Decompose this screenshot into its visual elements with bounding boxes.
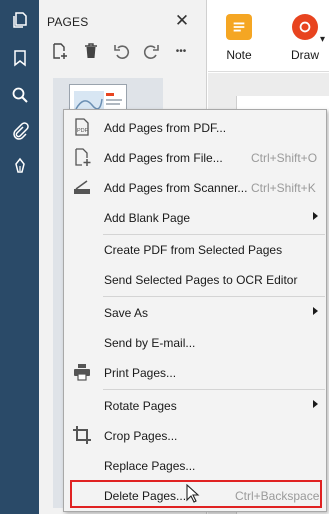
note-label: Note bbox=[226, 48, 252, 62]
menu-item-label: Add Pages from File... bbox=[104, 151, 223, 165]
menu-item-send-to-ocr-editor[interactable]: Send Selected Pages to OCR Editor bbox=[65, 264, 327, 294]
menu-item-label: Crop Pages... bbox=[104, 429, 178, 443]
menu-item-label: Send by E-mail... bbox=[104, 336, 196, 350]
pages-icon[interactable] bbox=[0, 2, 39, 38]
menu-item-label: Rotate Pages bbox=[104, 399, 177, 413]
menu-item-label: Add Pages from Scanner... bbox=[104, 181, 248, 195]
mouse-cursor-icon bbox=[186, 483, 200, 507]
scanner-icon bbox=[71, 177, 93, 197]
ribbon-expand-icon[interactable]: ▾ bbox=[320, 34, 325, 45]
menu-item-label: Send Selected Pages to OCR Editor bbox=[104, 273, 298, 287]
menu-item-rotate-pages[interactable]: Rotate Pages bbox=[65, 390, 327, 420]
bookmark-icon[interactable] bbox=[0, 40, 39, 76]
menu-item-label: Add Pages from PDF... bbox=[104, 121, 227, 135]
menu-item-create-pdf-from-selected[interactable]: Create PDF from Selected Pages bbox=[65, 234, 327, 264]
more-icon[interactable]: ••• bbox=[170, 40, 192, 62]
draw-icon bbox=[292, 14, 318, 40]
panel-title: PAGES bbox=[47, 15, 89, 29]
add-pdf-icon: PDF bbox=[71, 117, 93, 137]
menu-item-add-pages-from-pdf[interactable]: PDF Add Pages from PDF... bbox=[65, 112, 327, 142]
note-tool[interactable]: Note bbox=[214, 14, 264, 62]
submenu-arrow-icon bbox=[313, 400, 318, 408]
submenu-arrow-icon bbox=[313, 307, 318, 315]
add-file-icon bbox=[71, 147, 93, 167]
menu-item-shortcut: Ctrl+Shift+O bbox=[251, 151, 318, 165]
menu-item-save-as[interactable]: Save As bbox=[65, 297, 327, 327]
rotate-left-icon[interactable] bbox=[111, 40, 133, 62]
draw-label: Draw bbox=[290, 48, 319, 62]
menu-item-label: Add Blank Page bbox=[104, 211, 191, 225]
menu-item-crop-pages[interactable]: Crop Pages... bbox=[65, 420, 327, 450]
menu-item-shortcut: Ctrl+Shift+K bbox=[251, 181, 316, 195]
svg-text:PDF: PDF bbox=[77, 128, 89, 134]
menu-item-replace-pages[interactable]: Replace Pages... bbox=[65, 450, 327, 480]
crop-icon bbox=[71, 425, 93, 445]
rotate-right-icon[interactable] bbox=[140, 40, 162, 62]
search-icon[interactable] bbox=[0, 77, 39, 113]
menu-item-add-blank-page[interactable]: Add Blank Page bbox=[65, 202, 327, 232]
delete-icon[interactable] bbox=[80, 40, 102, 62]
menu-item-label: Save As bbox=[104, 306, 149, 320]
pages-context-menu: PDF Add Pages from PDF... Add Pages from… bbox=[63, 109, 327, 512]
attachment-icon[interactable] bbox=[0, 113, 39, 149]
add-page-icon[interactable] bbox=[49, 40, 71, 62]
printer-icon bbox=[71, 362, 93, 382]
submenu-arrow-icon bbox=[313, 212, 318, 220]
ribbon: Note Draw ▾ bbox=[208, 0, 329, 72]
nav-rail bbox=[0, 0, 39, 514]
menu-item-label: Print Pages... bbox=[104, 366, 177, 380]
menu-item-label: Replace Pages... bbox=[104, 459, 196, 473]
pen-icon[interactable] bbox=[0, 148, 39, 184]
close-icon[interactable]: ✕ bbox=[173, 11, 191, 30]
menu-item-send-by-email[interactable]: Send by E-mail... bbox=[65, 327, 327, 357]
note-icon bbox=[226, 14, 252, 40]
menu-item-print-pages[interactable]: Print Pages... bbox=[65, 357, 327, 387]
menu-item-add-pages-from-file[interactable]: Add Pages from File... Ctrl+Shift+O bbox=[65, 142, 327, 172]
menu-item-add-pages-from-scanner[interactable]: Add Pages from Scanner... Ctrl+Shift+K bbox=[65, 172, 327, 202]
menu-item-label: Create PDF from Selected Pages bbox=[104, 243, 283, 257]
